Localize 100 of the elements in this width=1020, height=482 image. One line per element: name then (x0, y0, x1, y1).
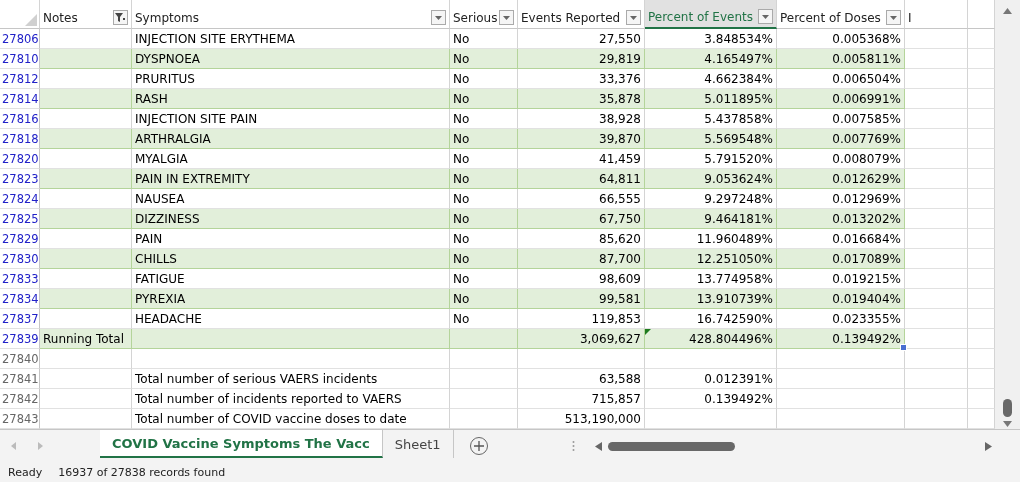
table-cell: 13.774958% (645, 269, 777, 289)
table-cell: No (450, 209, 518, 229)
cell-value: 0.139492% (832, 331, 901, 346)
table-cell: NAUSEA (132, 189, 450, 209)
table-cell: Running Total (40, 329, 132, 349)
status-text: Ready (8, 465, 43, 479)
row-number: 27820 (0, 149, 40, 169)
table-cell: 63,588 (518, 369, 645, 389)
table-cell: INJECTION SITE PAIN (132, 109, 450, 129)
column-header[interactable]: Percent of Doses (777, 0, 905, 29)
table-cell: 16.742590% (645, 309, 777, 329)
table-cell: No (450, 249, 518, 269)
column-header[interactable]: I (905, 0, 968, 29)
table-cell: No (450, 189, 518, 209)
row-number: 27840 (0, 349, 40, 369)
table-cell: 0.017089% (777, 249, 905, 269)
table-cell: 9.053624% (645, 169, 777, 189)
table-cell: 67,750 (518, 209, 645, 229)
table-cell: 9.297248% (645, 189, 777, 209)
table-cell: 0.006504% (777, 69, 905, 89)
table-cell: No (450, 229, 518, 249)
table-cell: No (450, 269, 518, 289)
table-cell: No (450, 309, 518, 329)
column-header[interactable]: Events Reported (518, 0, 645, 29)
table-cell: 27,550 (518, 29, 645, 49)
funnel-icon (115, 12, 126, 23)
sheet-tab[interactable]: COVID Vaccine Symptoms The Vacc (100, 430, 383, 459)
table-cell: 11.960489% (645, 229, 777, 249)
table-cell: 0.013202% (777, 209, 905, 229)
splitter-icon (572, 440, 575, 453)
table-cell: No (450, 69, 518, 89)
filter-button[interactable] (886, 10, 901, 25)
table-cell: 0.019404% (777, 289, 905, 309)
vertical-scrollbar[interactable] (995, 0, 1020, 430)
table-cell: 0.139492% (645, 389, 777, 409)
header-label: Notes (43, 11, 78, 25)
table-cell: 3.848534% (645, 29, 777, 49)
header-label: Events Reported (521, 11, 621, 25)
column-header[interactable]: Percent of Events (645, 0, 777, 29)
caret-left-icon (11, 442, 16, 451)
table-cell: HEADACHE (132, 309, 450, 329)
table-cell: 3,069,627 (518, 329, 645, 349)
row-number: 27839 (0, 329, 40, 349)
column-header[interactable]: Serious (450, 0, 518, 29)
table-cell: 13.910739% (645, 289, 777, 309)
scroll-thumb[interactable] (608, 441, 735, 451)
table-cell: CHILLS (132, 249, 450, 269)
table-cell: 35,878 (518, 89, 645, 109)
table-cell: INJECTION SITE ERYTHEMA (132, 29, 450, 49)
filter-button[interactable] (431, 10, 446, 25)
status-text: 16937 of 27838 records found (58, 465, 226, 479)
scroll-thumb[interactable] (1003, 399, 1012, 418)
table-cell: 0.019215% (777, 269, 905, 289)
row-number: 27816 (0, 109, 40, 129)
row-number: 27810 (0, 49, 40, 69)
row-number: 27806 (0, 29, 40, 49)
table-cell: 4.662384% (645, 69, 777, 89)
table-cell: 715,857 (518, 389, 645, 409)
table-cell: 4.165497% (645, 49, 777, 69)
caret-right-icon (38, 442, 43, 451)
header-label: Serious (453, 11, 498, 25)
cell-value: 428.804496% (689, 331, 773, 346)
error-indicator-icon (645, 329, 651, 335)
table-cell: No (450, 89, 518, 109)
filter-button[interactable] (113, 10, 128, 25)
row-number: 27818 (0, 129, 40, 149)
table-cell: 5.791520% (645, 149, 777, 169)
table-cell: 513,190,000 (518, 409, 645, 429)
row-number: 27833 (0, 269, 40, 289)
table-cell: 0.012629% (777, 169, 905, 189)
scroll-left-icon (595, 441, 602, 451)
table-cell: FATIGUE (132, 269, 450, 289)
header-label: Percent of Doses (780, 11, 881, 25)
row-number: 27812 (0, 69, 40, 89)
table-cell: Total number of COVID vaccine doses to date (132, 409, 450, 429)
header-label: Symptoms (135, 11, 199, 25)
corner-cell[interactable] (0, 0, 40, 29)
table-cell: 33,376 (518, 69, 645, 89)
table-cell: 12.251050% (645, 249, 777, 269)
filter-button[interactable] (626, 10, 641, 25)
column-header[interactable]: Notes (40, 0, 132, 29)
row-number: 27842 (0, 389, 40, 409)
table-cell: 39,870 (518, 129, 645, 149)
caret-icon (890, 15, 897, 20)
table-cell: PRURITUS (132, 69, 450, 89)
table-cell: PAIN (132, 229, 450, 249)
caret-icon (762, 14, 769, 19)
table-cell: 0.005368% (777, 29, 905, 49)
column-header[interactable]: Symptoms (132, 0, 450, 29)
table-cell: 98,609 (518, 269, 645, 289)
table-cell: 0.008079% (777, 149, 905, 169)
row-number: 27830 (0, 249, 40, 269)
caret-icon (630, 15, 637, 20)
table-cell: DYSPNOEA (132, 49, 450, 69)
filter-button[interactable] (499, 10, 514, 25)
table-cell: Total number of serious VAERS incidents (132, 369, 450, 389)
filter-button[interactable] (758, 9, 773, 24)
table-cell: 0.016684% (777, 229, 905, 249)
sheet-tab[interactable]: Sheet1 (382, 430, 454, 459)
table-cell: No (450, 109, 518, 129)
